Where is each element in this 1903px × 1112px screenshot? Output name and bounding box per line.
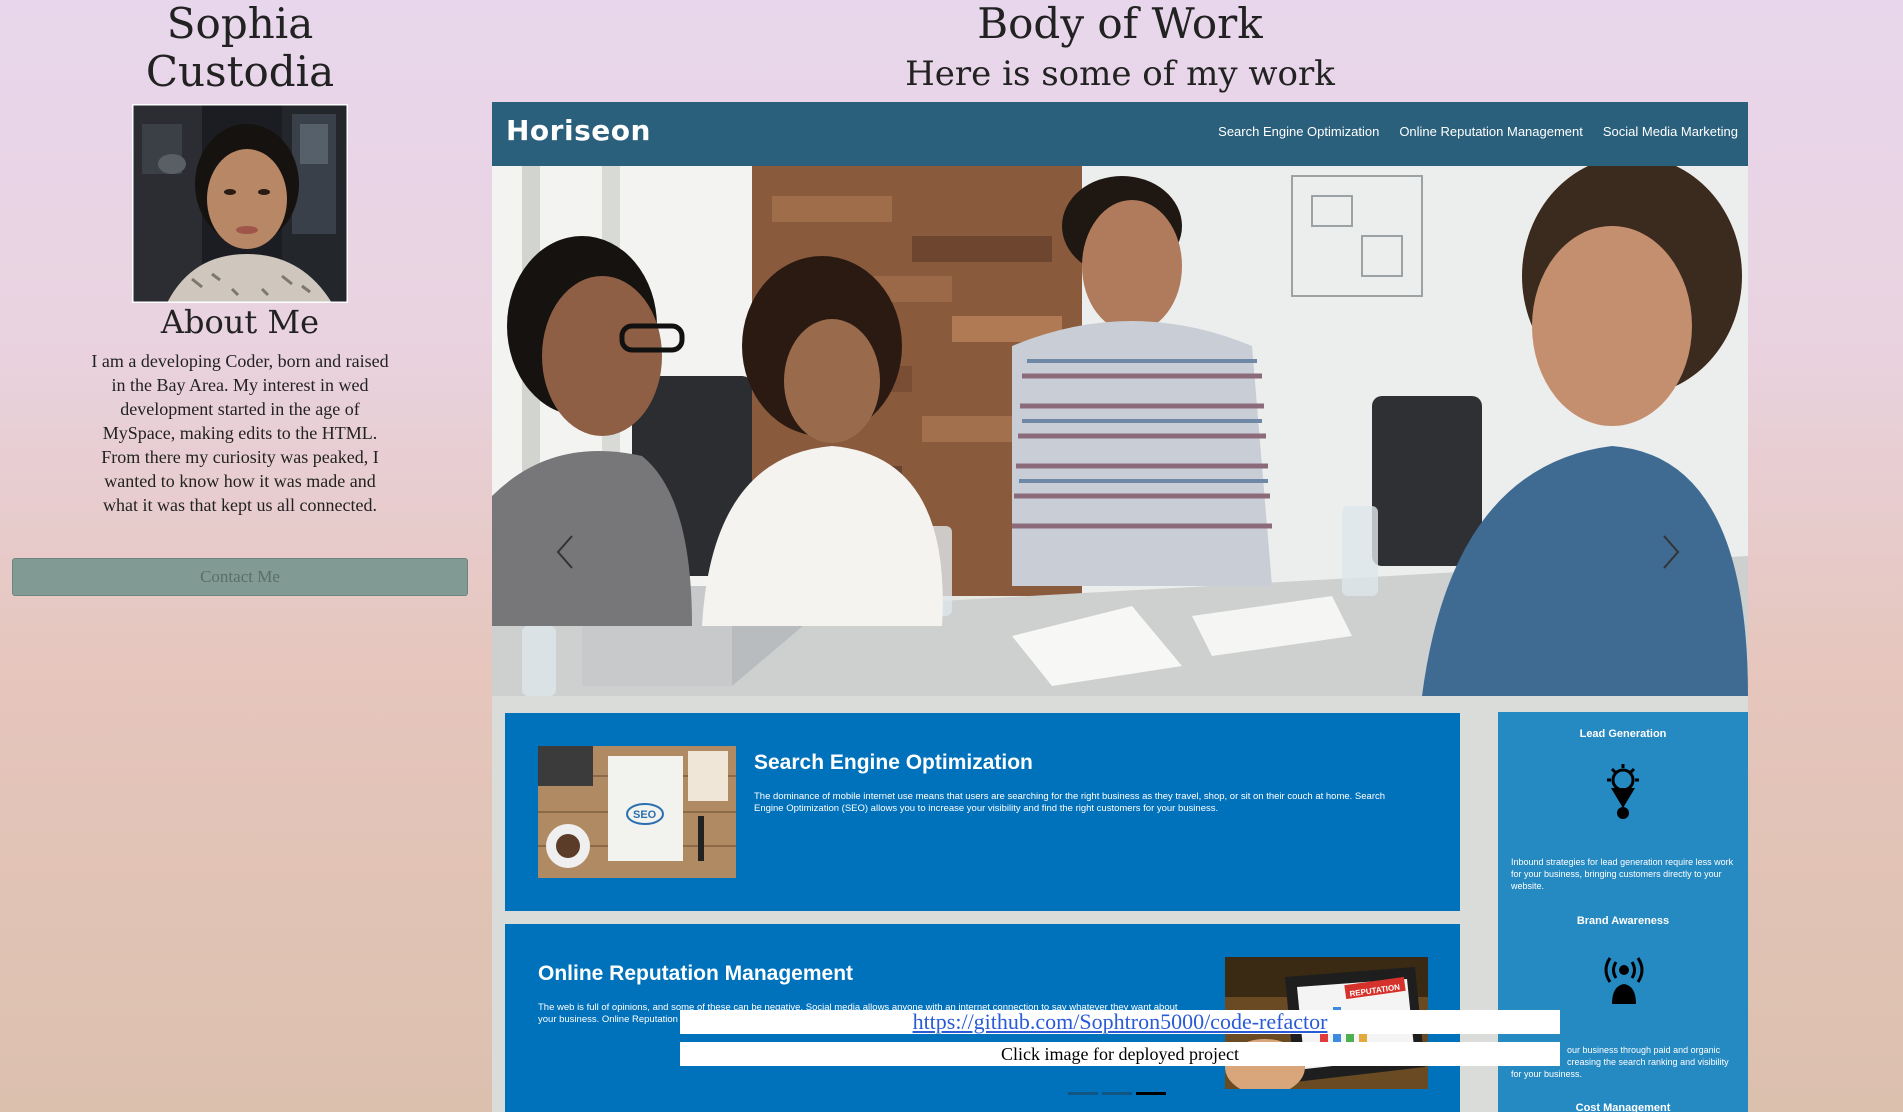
horiseon-nav-orm: Online Reputation Management (1399, 124, 1583, 139)
horiseon-hero-image (492, 166, 1748, 696)
profile-first-name: Sophia (166, 0, 314, 48)
profile-sidebar: Sophia Custodia About Me I am a developi… (0, 0, 480, 1112)
seo-card-title: Search Engine Optimization (754, 751, 1033, 774)
body-of-work-title: Body of Work (977, 0, 1263, 48)
github-repo-link[interactable]: https://github.com/Sophtron5000/code-ref… (913, 1009, 1328, 1034)
seo-image: SEO (538, 746, 736, 878)
profile-last-name: Custodia (145, 47, 335, 96)
carousel-indicator-3[interactable] (1136, 1092, 1166, 1095)
deployed-project-caption: Click image for deployed project (680, 1042, 1560, 1066)
horiseon-header: Horiseon Search Engine Optimization Onli… (492, 102, 1748, 166)
carousel-indicator-1[interactable] (1068, 1092, 1098, 1095)
horiseon-nav-seo: Search Engine Optimization (1218, 124, 1380, 139)
profile-name: Sophia Custodia (0, 0, 480, 96)
brand-awareness-title: Brand Awareness (1576, 915, 1670, 927)
github-link-caption: https://github.com/Sophtron5000/code-ref… (680, 1010, 1560, 1034)
chevron-left-icon (556, 535, 573, 569)
seo-card-text: The dominance of mobile internet use mea… (754, 791, 1386, 814)
chevron-right-icon (1663, 535, 1680, 569)
lead-generation-title: Lead Generation (1579, 728, 1667, 740)
contact-me-button[interactable]: Contact Me (12, 558, 468, 596)
profile-photo (132, 104, 348, 303)
horiseon-logo: Horiseon (506, 114, 651, 147)
brand-awareness-icon (1600, 950, 1648, 1008)
orm-card-title: Online Reputation Management (538, 962, 854, 985)
cost-management-title: Cost Management (1575, 1102, 1671, 1112)
carousel-indicator-2[interactable] (1102, 1092, 1132, 1095)
brand-awareness-text-3: for your business. (1511, 1069, 1583, 1079)
carousel-indicators (1068, 1092, 1166, 1095)
lead-generation-icon (1603, 764, 1643, 824)
horiseon-nav-smm: Social Media Marketing (1602, 124, 1738, 139)
project-carousel[interactable]: Horiseon Search Engine Optimization Onli… (492, 102, 1748, 1112)
horiseon-nav: Search Engine Optimization Online Reputa… (1218, 124, 1738, 139)
seo-badge-text: SEO (633, 809, 657, 821)
carousel-next-arrow[interactable] (1654, 532, 1684, 572)
about-text: I am a developing Coder, born and raised… (91, 351, 389, 515)
about-heading: About Me (160, 303, 320, 341)
lead-generation-text: Inbound strategies for lead generation r… (1511, 857, 1734, 891)
seo-card: SEO Search Engine Optimization The domin… (505, 713, 1460, 911)
carousel-prev-arrow[interactable] (552, 532, 582, 572)
body-of-work-subtitle: Here is some of my work (905, 54, 1335, 94)
